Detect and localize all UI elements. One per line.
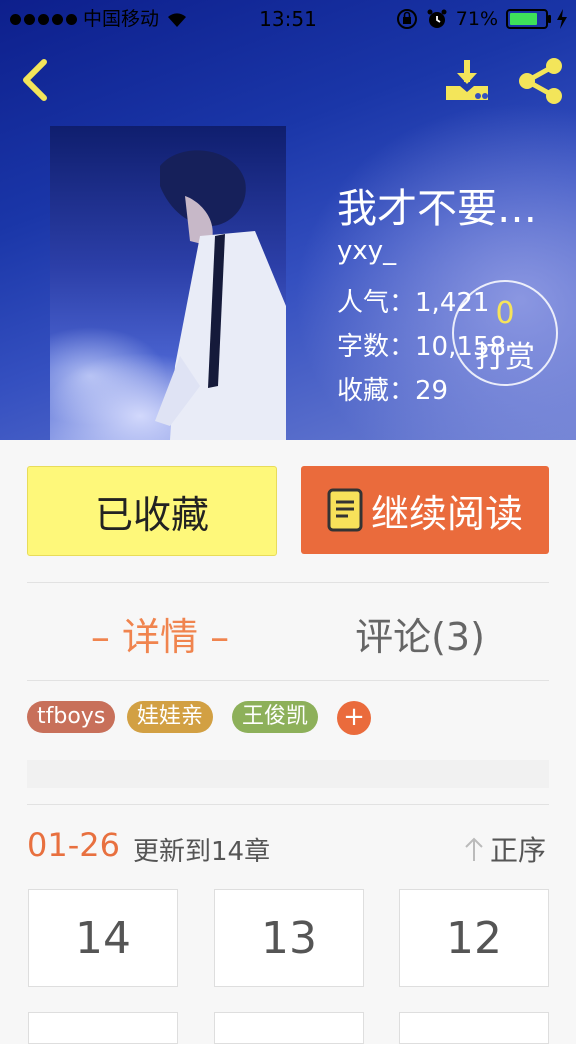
- add-tag-button[interactable]: +: [337, 701, 371, 735]
- continue-reading-button[interactable]: 继续阅读: [301, 466, 549, 554]
- book-intro-area: [27, 760, 549, 788]
- stat-label: 收藏：: [337, 376, 416, 406]
- download-icon: [446, 60, 488, 100]
- stat-label: 字数：: [337, 332, 416, 362]
- collected-label: 已收藏: [94, 492, 209, 537]
- sort-order-label: 正序: [490, 834, 547, 867]
- continue-reading-label: 继续阅读: [370, 491, 523, 536]
- book-title: 我才不要…: [337, 186, 537, 232]
- alarm-icon: [427, 9, 447, 28]
- arrow-up-icon: [465, 837, 483, 861]
- share-button[interactable]: [514, 54, 568, 108]
- book-author[interactable]: yxy_: [337, 236, 396, 266]
- tip-label: 打赏: [475, 340, 535, 375]
- book-cover-image: [50, 126, 286, 440]
- status-bar: 中国移动 13:51 71%: [0, 0, 576, 38]
- chapter-tile[interactable]: [399, 1012, 549, 1044]
- book-header-banner: 中国移动 13:51 71% 我才不要… yxy_ 人气：1,421 字数：10…: [0, 0, 576, 440]
- cover-figure-illustration: [155, 150, 286, 440]
- divider: [27, 680, 549, 681]
- tab-details[interactable]: – 详情 –: [60, 606, 260, 661]
- battery-percent: 71%: [455, 8, 498, 30]
- update-date: 01-26: [27, 826, 120, 864]
- charging-icon: [557, 9, 567, 29]
- back-button[interactable]: [16, 56, 56, 104]
- book-icon: [327, 488, 363, 532]
- sort-order-button[interactable]: 正序: [462, 829, 546, 869]
- tag-wawaqin[interactable]: 娃娃亲: [127, 701, 214, 733]
- divider: [27, 582, 549, 583]
- stat-label: 人气：: [337, 288, 416, 318]
- tab-comments[interactable]: 评论(3): [320, 606, 520, 661]
- chapter-tile[interactable]: 14: [28, 889, 178, 987]
- chapter-tile[interactable]: 12: [399, 889, 549, 987]
- tip-button[interactable]: 0 打赏: [452, 280, 558, 386]
- chapter-tile[interactable]: [28, 1012, 178, 1044]
- rotation-lock-icon: [396, 9, 417, 29]
- battery-icon: [506, 9, 551, 29]
- update-status: 更新到14章: [133, 837, 271, 867]
- download-button[interactable]: [440, 56, 494, 106]
- chapter-tile[interactable]: 13: [214, 889, 364, 987]
- stat-value: 29: [415, 376, 449, 406]
- chevron-left-icon: [23, 59, 47, 101]
- tag-tfboys[interactable]: tfboys: [27, 701, 116, 733]
- collected-button[interactable]: 已收藏: [27, 466, 277, 556]
- share-icon: [519, 58, 562, 104]
- chapter-number: 14: [75, 912, 131, 964]
- chapter-number: 13: [261, 912, 317, 964]
- stat-favorites: 收藏：29: [337, 370, 448, 407]
- tag-wangjunkai[interactable]: 王俊凯: [232, 701, 319, 733]
- divider: [27, 804, 549, 805]
- tip-count: 0: [495, 296, 515, 331]
- chapter-tile[interactable]: [214, 1012, 364, 1044]
- chapter-number: 12: [446, 912, 502, 964]
